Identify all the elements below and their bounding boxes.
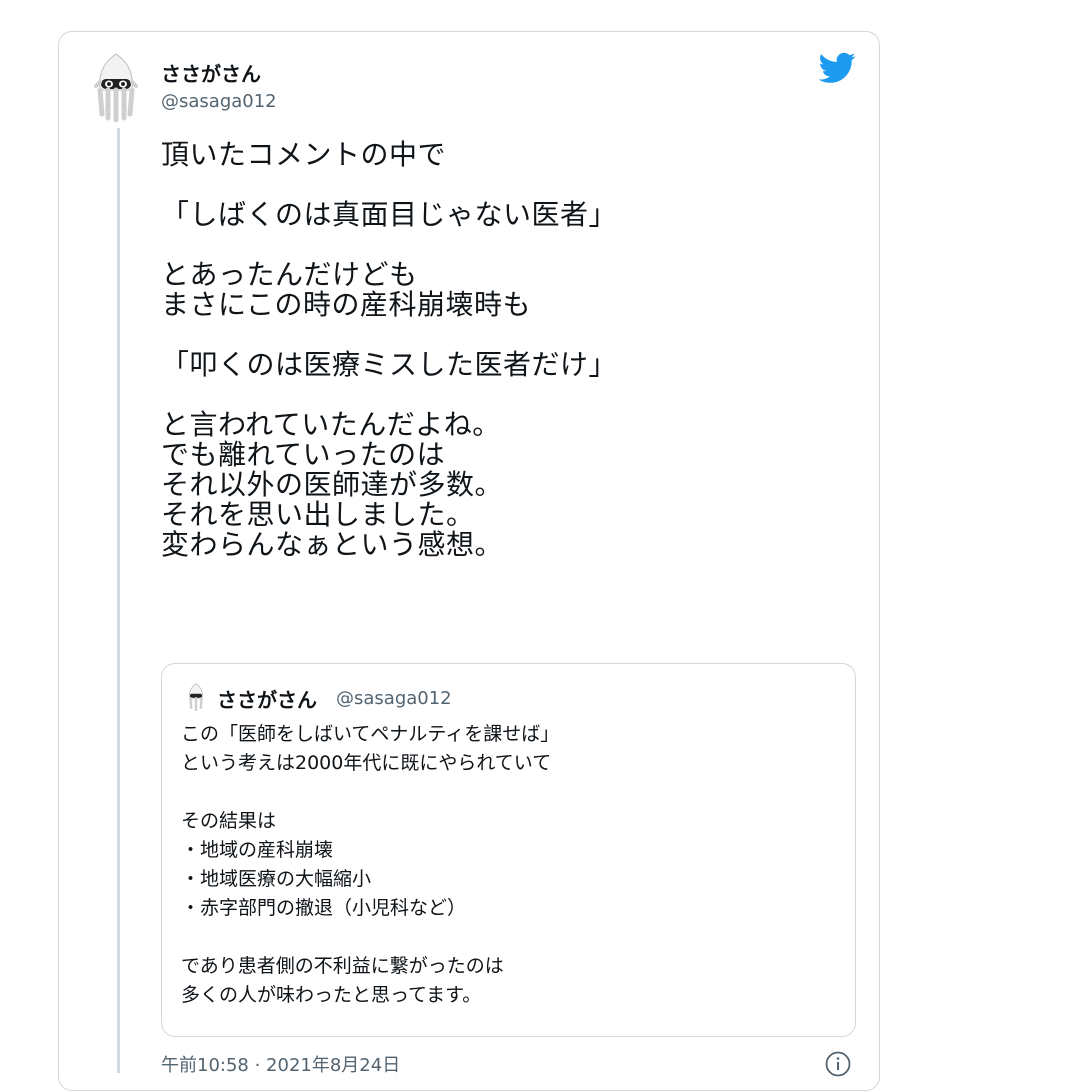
- quote-author-avatar: [189, 683, 203, 711]
- author-name[interactable]: ささがさん: [161, 58, 261, 87]
- quote-author-handle: @sasaga012: [336, 688, 452, 709]
- quote-text: この「医師をしばいてペナルティを課せば」 という考えは2000年代に既にやられて…: [181, 723, 560, 1006]
- info-icon[interactable]: [825, 1051, 851, 1077]
- author-avatar[interactable]: [92, 52, 140, 122]
- tweet-text: 頂いたコメントの中で 「しばくのは真面目じゃない医者」 とあったんだけども まさ…: [161, 138, 618, 561]
- author-handle[interactable]: @sasaga012: [161, 91, 277, 112]
- quote-author-name: ささがさん: [217, 688, 317, 712]
- twitter-bird-icon[interactable]: [819, 52, 856, 84]
- thread-connector-line: [117, 128, 120, 1073]
- tweet-timestamp[interactable]: 午前10:58 · 2021年8月24日: [161, 1051, 400, 1077]
